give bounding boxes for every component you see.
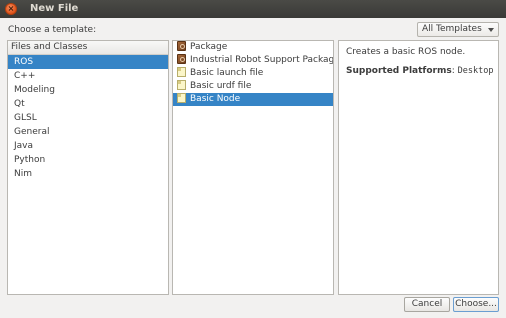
template-filter-value: All Templates [422,24,482,34]
template-item-basic-launch-file[interactable]: Basic launch file [173,67,333,80]
template-item-label: Package [190,42,228,52]
template-item-basic-node[interactable]: Basic Node [173,93,333,106]
template-item-package[interactable]: Package [173,41,333,54]
category-item-python[interactable]: Python [8,153,168,167]
category-item-glsl[interactable]: GLSL [8,111,168,125]
supported-platforms: Supported Platforms: Desktop [346,66,494,76]
close-icon[interactable]: × [5,3,17,15]
choose-button[interactable]: Choose... [453,297,499,312]
category-item-modeling[interactable]: Modeling [8,83,168,97]
template-filter-select[interactable]: All Templates [417,22,499,37]
supported-platforms-separator: : [451,66,455,76]
package-icon [177,41,186,51]
category-list[interactable]: Files and Classes ROS C++ Modeling Qt GL… [7,40,169,295]
template-item-basic-urdf-file[interactable]: Basic urdf file [173,80,333,93]
category-item-general[interactable]: General [8,125,168,139]
category-item-nim[interactable]: Nim [8,167,168,181]
template-item-label: Basic Node [190,94,241,104]
file-icon [177,93,186,103]
template-item-industrial-robot-support-package[interactable]: Industrial Robot Support Package [173,54,333,67]
template-prompt-label: Choose a template: [8,25,97,35]
category-item-ros[interactable]: ROS [8,55,168,69]
chevron-down-icon [488,28,494,32]
template-details-panel: Creates a basic ROS node. Supported Plat… [338,40,499,295]
supported-platforms-label: Supported Platforms [346,66,452,76]
template-item-label: Basic launch file [190,68,264,78]
category-item-qt[interactable]: Qt [8,97,168,111]
title-bar: × New File [0,0,506,18]
template-list[interactable]: Package Industrial Robot Support Package… [172,40,334,295]
category-item-java[interactable]: Java [8,139,168,153]
package-icon [177,54,186,64]
category-item-cpp[interactable]: C++ [8,69,168,83]
template-item-label: Basic urdf file [190,81,252,91]
file-icon [177,80,186,90]
template-description: Creates a basic ROS node. [346,47,466,57]
window-title: New File [30,3,79,14]
category-list-header: Files and Classes [8,41,168,55]
cancel-button[interactable]: Cancel [404,297,450,312]
template-item-label: Industrial Robot Support Package [190,55,334,65]
file-icon [177,67,186,77]
supported-platforms-value: Desktop [457,66,494,76]
